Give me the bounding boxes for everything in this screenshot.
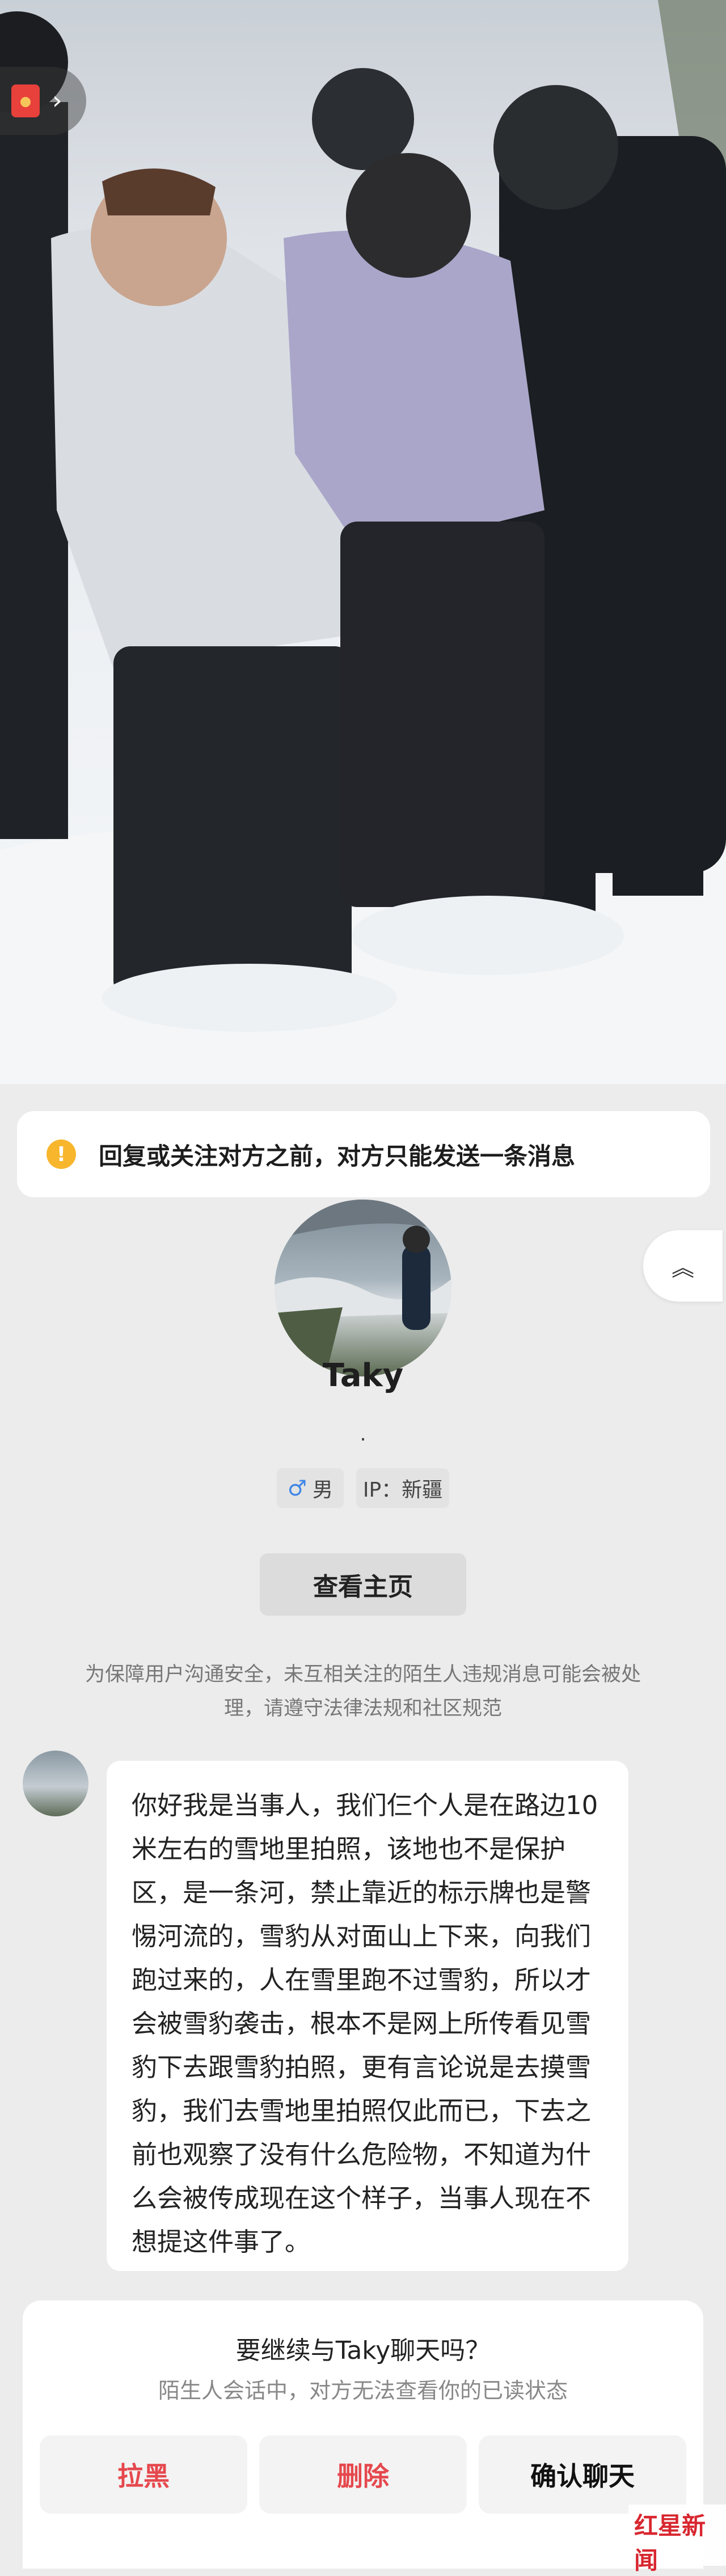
safety-notice: 为保障用户沟通安全，未互相关注的陌生人违规消息可能会被处理，请遵守法律法规和社区…: [85, 1663, 641, 1720]
sender-avatar[interactable]: [23, 1751, 88, 1816]
male-icon: ♂: [287, 1476, 307, 1501]
message-bubble: 你好我是当事人，我们仨个人是在路边10米左右的雪地里拍照，该地也不是保护区，是一…: [107, 1761, 628, 2271]
continue-chat-sheet: 要继续与Taky聊天吗？ 陌生人会话中，对方无法查看你的已读状态 拉黑 删除 确…: [23, 2300, 703, 2569]
ip-location-tag: IP：新疆: [356, 1468, 449, 1508]
gender-tag: ♂ 男: [277, 1468, 344, 1508]
profile-signature: .: [360, 1423, 366, 1446]
red-packet-icon: [11, 84, 40, 117]
block-button[interactable]: 拉黑: [40, 2435, 247, 2514]
watermark-logo: 红星新闻: [634, 2512, 706, 2574]
gender-label: 男: [313, 1478, 334, 1502]
profile-username: Taky: [322, 1357, 404, 1394]
red-packet-entry[interactable]: ›: [0, 67, 86, 135]
profile-avatar[interactable]: [275, 1200, 451, 1376]
warning-icon: !: [47, 1139, 76, 1169]
news-photo: ›: [0, 0, 726, 1084]
confirm-chat-button[interactable]: 确认聊天: [479, 2435, 686, 2514]
chevron-up-double-icon: ︽: [672, 1255, 694, 1281]
reply-limit-notice: ! 回复或关注对方之前，对方只能发送一条消息: [17, 1111, 710, 1197]
notice-text: 回复或关注对方之前，对方只能发送一条消息: [99, 1142, 576, 1170]
chevron-right-icon: ›: [52, 86, 62, 115]
avatar-image: [275, 1200, 451, 1376]
sheet-subtitle: 陌生人会话中，对方无法查看你的已读状态: [158, 2378, 568, 2403]
message-text: 你好我是当事人，我们仨个人是在路边10米左右的雪地里拍照，该地也不是保护区，是一…: [132, 1790, 598, 2257]
view-homepage-button[interactable]: 查看主页: [260, 1553, 466, 1616]
sheet-title: 要继续与Taky聊天吗？: [235, 2336, 491, 2365]
collapse-button[interactable]: ︽: [643, 1230, 723, 1302]
news-watermark: 红星新闻: [628, 2505, 726, 2574]
snow-scene-illustration: [0, 0, 726, 1084]
delete-button[interactable]: 删除: [259, 2435, 467, 2514]
